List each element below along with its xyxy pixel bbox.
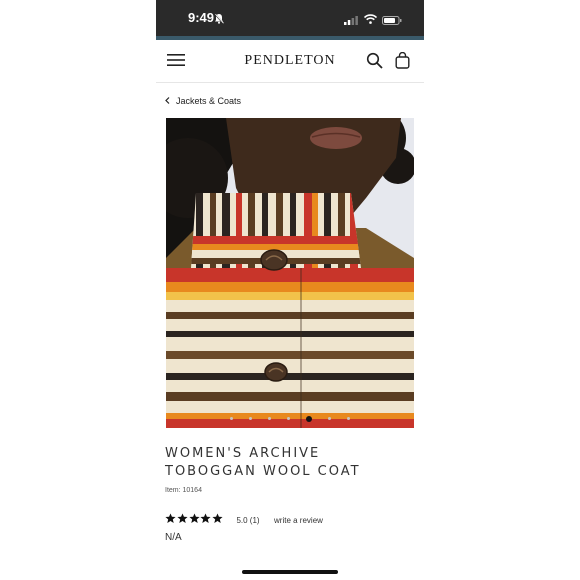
product-title-line-2: TOBOGGAN WOOL COAT [165,464,361,479]
site-header: PENDLETON [156,40,424,83]
star-icon [200,513,211,524]
search-icon[interactable] [366,52,383,74]
star-icon [189,513,200,524]
gallery-dot[interactable] [268,417,271,421]
product-price: N/A [165,532,182,543]
chevron-left-icon [165,96,170,106]
wifi-icon [363,11,378,29]
status-bar: 9:49 [156,0,424,36]
gallery-dot[interactable] [306,415,312,422]
gallery-dot[interactable] [287,417,290,421]
home-indicator[interactable] [242,570,338,574]
rating-row: 5.0 (1) write a review [165,511,323,525]
write-review-link[interactable]: write a review [274,516,323,525]
gallery-pagination [166,410,414,428]
bell-muted-icon [214,11,224,29]
breadcrumb[interactable]: Jackets & Coats [165,96,241,106]
product-title-line-1: WOMEN'S ARCHIVE [165,446,321,461]
signal-icon [344,12,358,30]
battery-icon [382,12,402,30]
product-title: WOMEN'S ARCHIVE TOBOGGAN WOOL COAT [165,445,415,481]
rating-score: 5.0 (1) [236,515,260,525]
product-photo [166,118,414,428]
breadcrumb-label: Jackets & Coats [176,96,242,106]
phone-screen: 9:49 PENDLETON Jackets & Coats WOMEN'S A… [156,0,424,580]
gallery-dot[interactable] [230,417,233,421]
star-icon [212,513,223,524]
item-number: Item: 10164 [165,487,202,494]
star-icon [177,513,188,524]
shopping-bag-icon[interactable] [395,51,410,74]
status-time: 9:49 [188,10,215,25]
site-logo[interactable]: PENDLETON [156,53,424,69]
star-icon [165,513,176,524]
product-image-gallery[interactable] [166,118,414,428]
gallery-dot[interactable] [328,417,331,421]
rating-stars [165,511,224,529]
gallery-dot[interactable] [249,417,252,421]
gallery-dot[interactable] [347,417,350,421]
